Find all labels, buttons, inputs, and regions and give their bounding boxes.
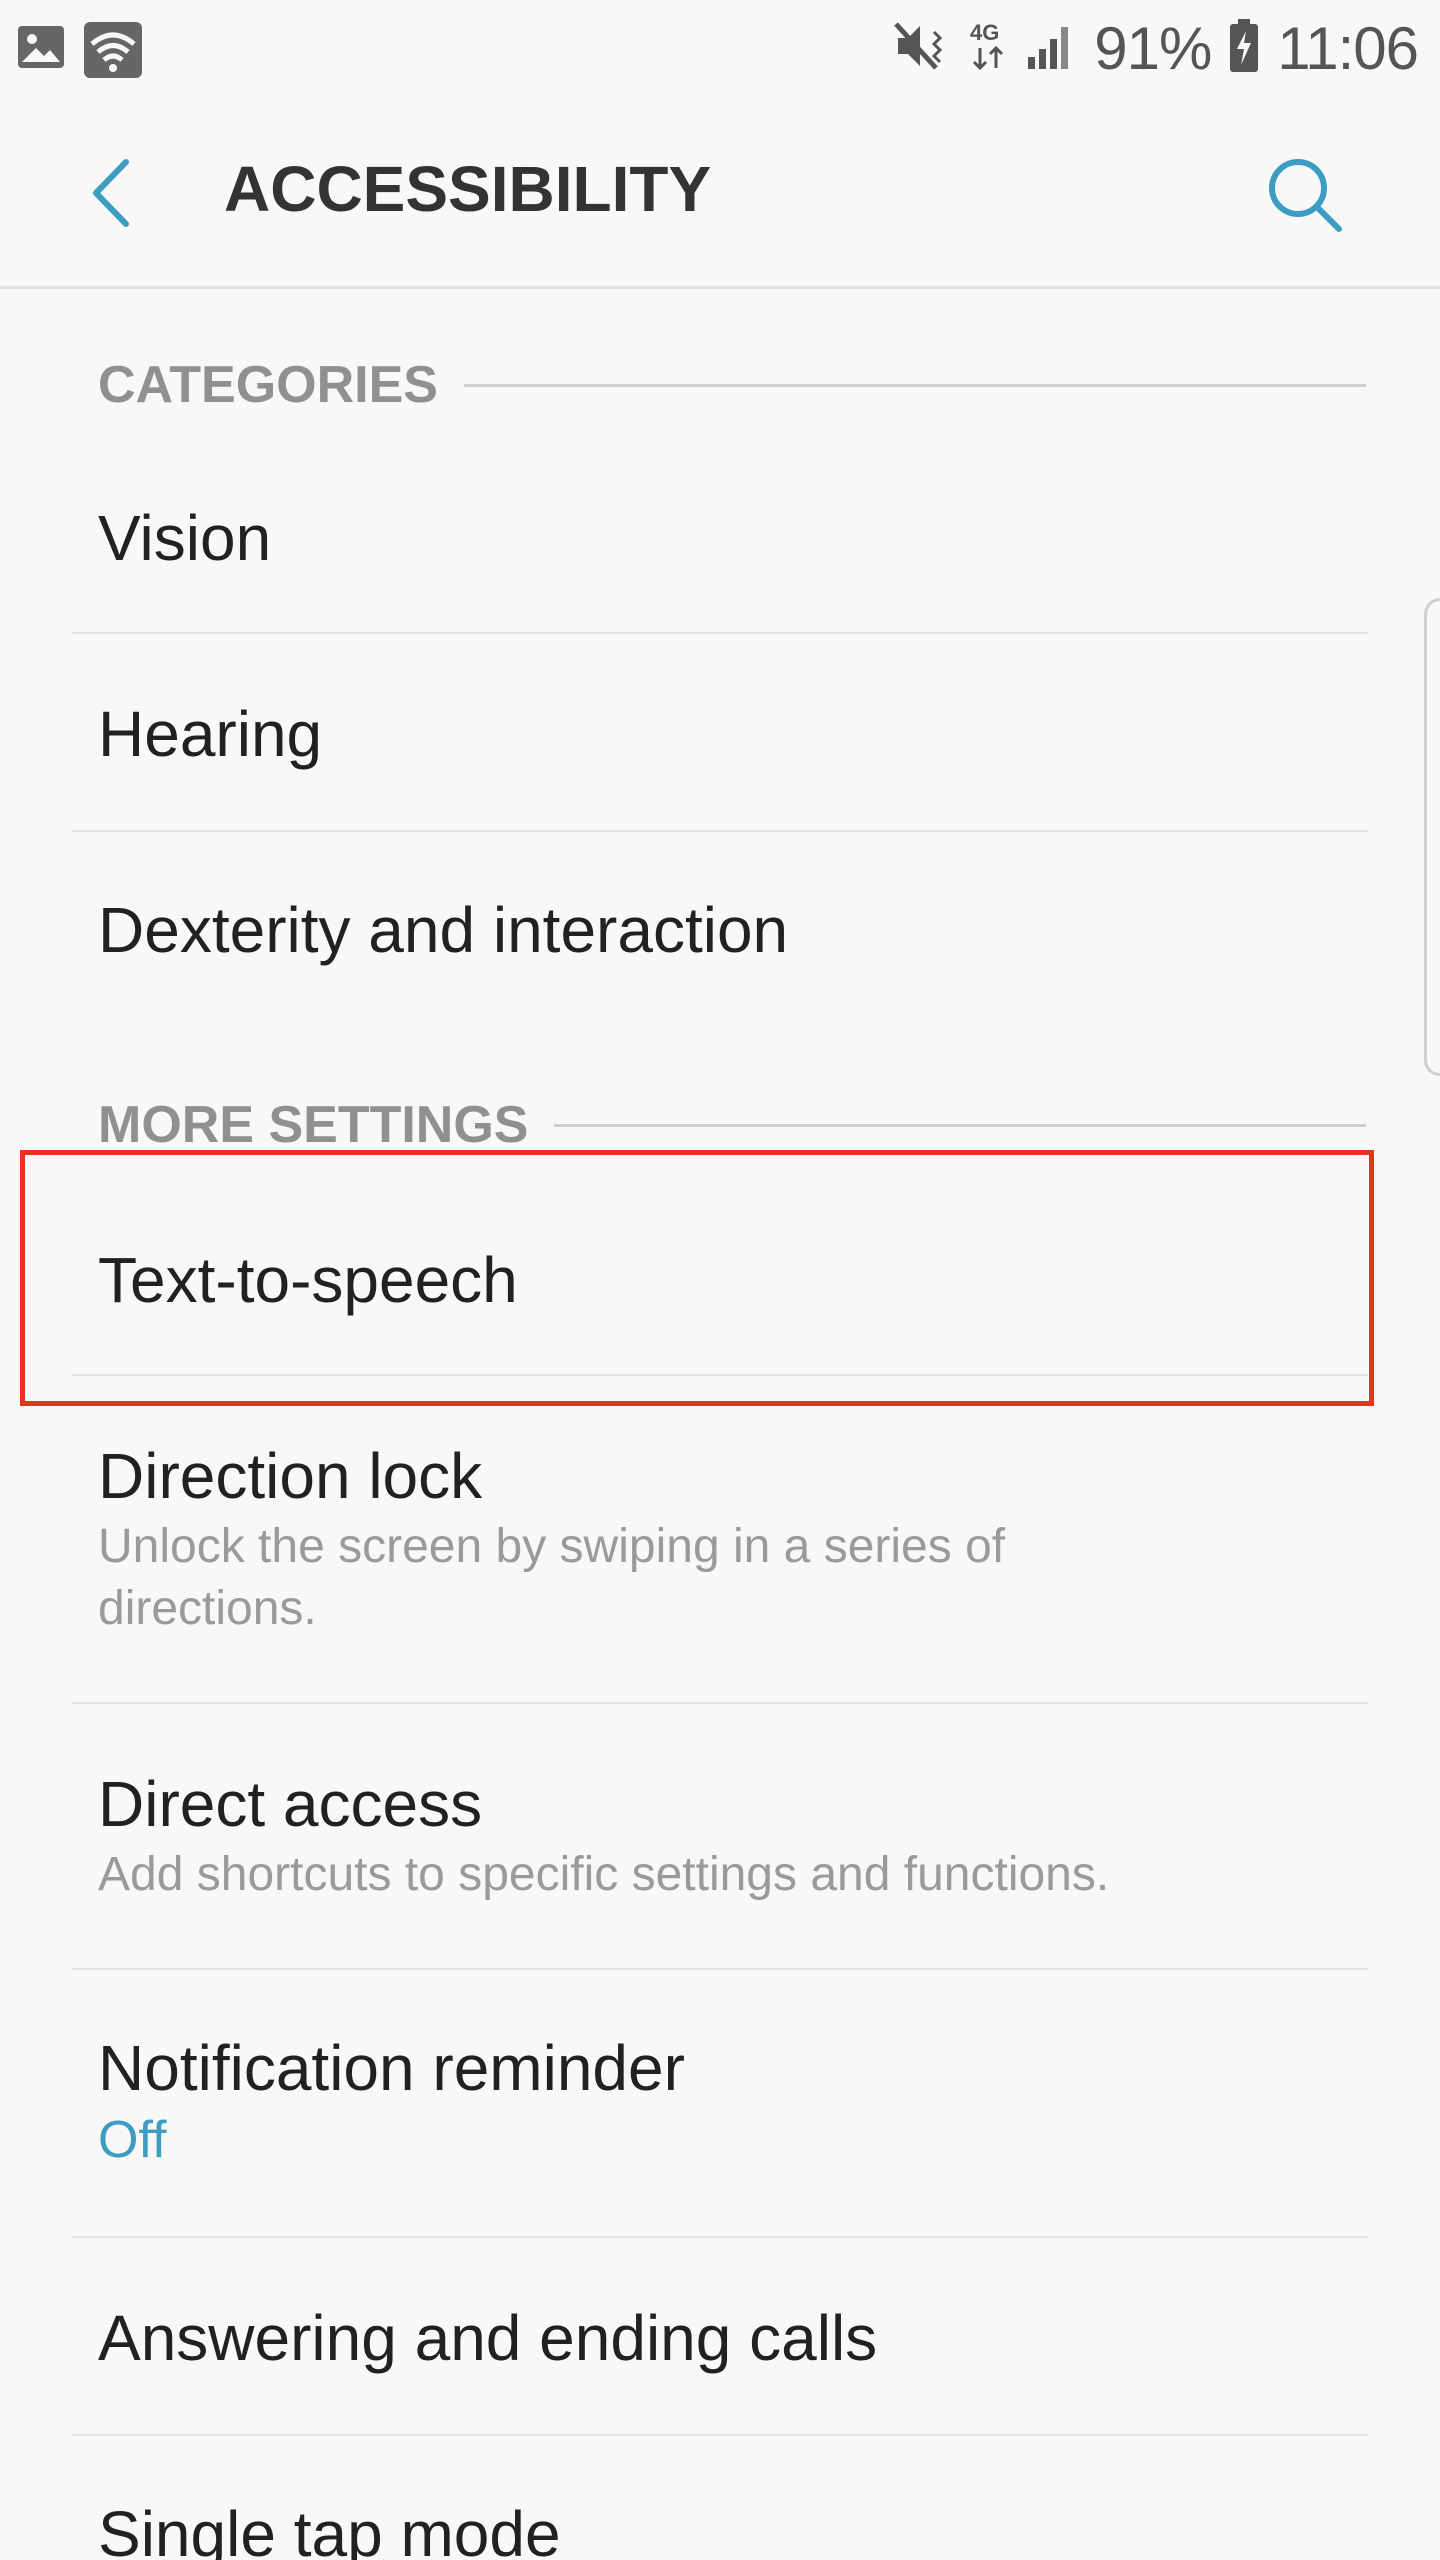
item-title: Single tap mode [98,2498,561,2560]
section-divider [554,1123,1366,1127]
item-title: Direct access [98,1768,483,1840]
svg-text:4G: 4G [970,20,999,45]
chevron-left-icon [88,158,132,233]
section-label: MORE SETTINGS [98,1096,529,1154]
item-title: Vision [98,502,272,574]
list-item-hearing[interactable]: Hearing [72,634,1368,832]
list-item-direct-access[interactable]: Direct access Add shortcuts to specific … [72,1704,1368,1970]
search-icon [1265,155,1345,240]
item-subtitle: Unlock the screen by swiping in a series… [98,1520,1006,1635]
item-title: Direction lock [98,1440,483,1512]
app-bar: ACCESSIBILITY [0,100,1440,289]
wifi-icon [84,22,142,83]
section-label: CATEGORIES [98,356,438,414]
item-title: Answering and ending calls [98,2302,878,2374]
status-bar: 4G 91% 11:06 [0,0,1440,100]
accessibility-screen: 4G 91% 11:06 ACCESSIBILITY CATEGORIES Vi… [0,0,1440,2560]
edge-scroll-handle[interactable] [1424,598,1440,1076]
list-item-text-to-speech[interactable]: Text-to-speech [72,1176,1368,1376]
item-status: Off [98,2111,167,2169]
list-item-answering-calls[interactable]: Answering and ending calls [72,2238,1368,2436]
list-item-single-tap-mode[interactable]: Single tap mode [72,2436,1368,2560]
list-item-notification-reminder[interactable]: Notification reminder Off [72,1970,1368,2238]
page-title: ACCESSIBILITY [224,153,712,225]
section-header-categories: CATEGORIES [98,350,1366,420]
section-header-more-settings: MORE SETTINGS [98,1090,1366,1160]
back-button[interactable] [70,150,150,240]
battery-charging-icon [1229,19,1259,78]
image-icon [16,22,66,83]
item-title: Text-to-speech [98,1244,518,1316]
clock: 11:06 [1277,15,1419,82]
battery-percent: 91% [1094,15,1212,82]
list-item-direction-lock[interactable]: Direction lock Unlock the screen by swip… [72,1376,1368,1704]
list-item-dexterity[interactable]: Dexterity and interaction [72,832,1368,1032]
status-left-icons [16,22,142,83]
mute-vibrate-icon [894,20,950,77]
item-title: Hearing [98,698,323,770]
item-title: Dexterity and interaction [98,894,789,966]
section-divider [463,383,1366,387]
item-subtitle: Add shortcuts to specific settings and f… [98,1848,1110,1901]
item-title: Notification reminder [98,2032,685,2104]
status-right-icons: 4G 91% 11:06 [894,14,1419,83]
network-4g-icon: 4G [968,18,1008,79]
search-button[interactable] [1260,152,1350,242]
signal-icon [1026,21,1076,76]
list-item-vision[interactable]: Vision [72,436,1368,634]
